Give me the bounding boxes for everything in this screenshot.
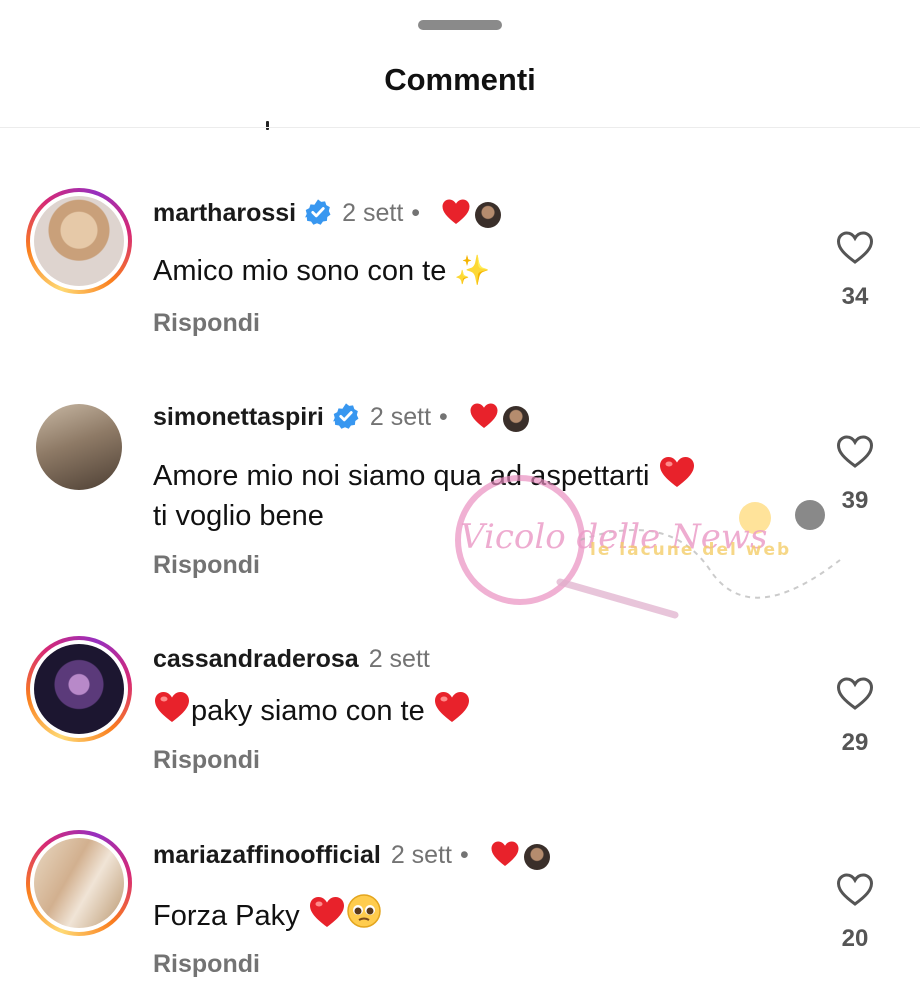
comment-time: 2 sett [369,403,432,431]
reply-button[interactable]: Rispondi [153,746,260,775]
reply-button[interactable]: Rispondi [153,950,260,979]
like-count: 29 [841,729,869,756]
reply-button[interactable]: Rispondi [153,551,260,580]
creator-liked-heart-icon [491,841,519,866]
separator-dot: • [411,199,421,227]
verified-badge-icon [305,199,331,225]
reply-button[interactable]: Rispondi [153,309,260,338]
pleading-face-emoji-icon [346,894,381,928]
like-heart-icon[interactable] [836,231,874,265]
avatar[interactable] [26,830,132,936]
comment-time: 2 sett [342,199,404,227]
red-heart-emoji-icon [309,897,344,927]
like-heart-icon[interactable] [836,435,874,469]
watermark-tagline: le lacune del web [590,540,791,560]
like-heart-icon[interactable] [836,677,874,711]
comment-text: paky siamo con te [191,695,425,727]
avatar[interactable] [26,636,132,742]
like-count: 34 [841,283,869,310]
red-heart-emoji-icon [434,692,469,722]
like-heart-icon[interactable] [836,873,874,907]
creator-avatar [475,202,501,228]
drag-handle[interactable] [418,20,502,30]
comment-text: Amico mio sono con te ✨ [153,255,491,287]
watermark-logo: Vicolo delle News le lacune del web [455,475,841,619]
scroll-fragment [266,121,269,130]
verified-badge-icon [332,403,359,429]
comment-username[interactable]: simonettaspiri [153,403,324,431]
avatar[interactable] [26,188,132,294]
creator-liked-heart-icon [470,403,498,428]
creator-liked-heart-icon [442,199,470,224]
comments-sheet: Commenti martharossi 2 sett • Amico mio so… [0,0,920,994]
sheet-title: Commenti [384,62,536,97]
comment-time: 2 sett [390,841,452,869]
avatar[interactable] [36,404,122,490]
comment-text: Forza Paky [153,900,300,932]
creator-avatar [523,844,550,870]
comment-time: 2 sett [368,645,430,673]
creator-avatar [502,406,529,432]
header-divider [0,127,920,128]
comment-username[interactable]: cassandraderosa [153,645,359,673]
separator-dot: • [459,841,469,869]
separator-dot: • [439,403,448,431]
comment-username[interactable]: martharossi [153,199,296,227]
red-heart-emoji-icon [155,692,189,722]
like-count: 20 [841,925,869,952]
comment-username[interactable]: mariazaffinoofficial [153,841,381,869]
